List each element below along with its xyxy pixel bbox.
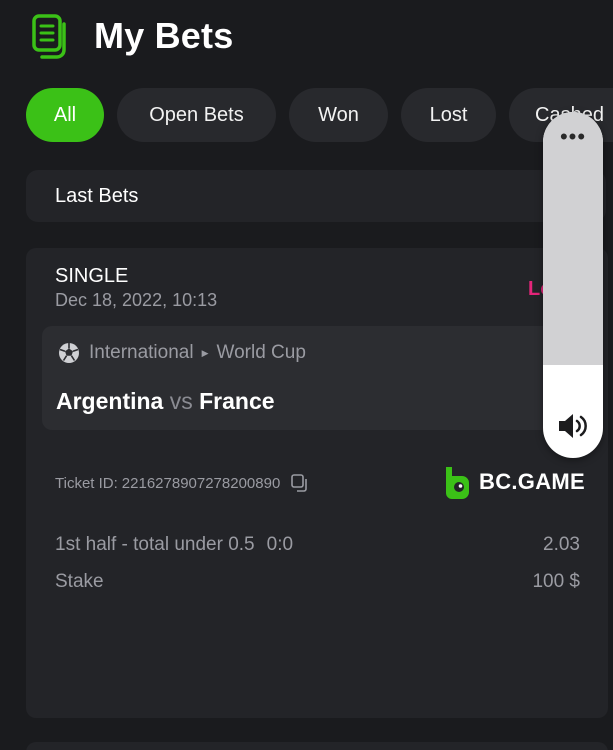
page-title: My Bets: [94, 15, 234, 56]
last-bets-label: Last Bets: [55, 184, 139, 207]
selection-row: 1st half - total under 0.5 0:0 2.03: [55, 534, 580, 556]
next-bet-card[interactable]: [26, 742, 608, 750]
bet-date: Dec 18, 2022, 10:13: [55, 290, 218, 310]
stake-value: 100 $: [532, 571, 580, 592]
stake-row: Stake 100 $: [55, 571, 580, 593]
ticket-id: 2216278907278200890: [121, 474, 281, 492]
tab-lost[interactable]: Lost: [401, 88, 496, 142]
copy-icon[interactable]: [290, 473, 310, 493]
bc-game-logo-icon: [446, 467, 469, 499]
filter-tabs: All Open Bets Won Lost Cashed: [0, 88, 613, 142]
page-header: My Bets: [0, 0, 613, 80]
bet-type: SINGLE: [55, 265, 129, 287]
volume-slider[interactable]: •••: [543, 112, 603, 458]
brand-logo: BC.GAME: [444, 465, 585, 499]
league-country: International: [89, 342, 194, 363]
more-options-icon[interactable]: •••: [543, 126, 603, 148]
home-team: Argentina: [56, 388, 164, 414]
speaker-volume-icon[interactable]: [555, 410, 591, 442]
bet-card[interactable]: SINGLE Dec 18, 2022, 10:13 Lost Internat…: [26, 248, 608, 718]
selection-label: 1st half - total under 0.5: [55, 534, 255, 555]
odds-value: 2.03: [543, 534, 580, 555]
stake-label: Stake: [55, 571, 104, 592]
last-bets-dropdown[interactable]: Last Bets: [26, 170, 606, 222]
match-info[interactable]: International ▶ World Cup Argentina vs F…: [42, 326, 594, 430]
away-team: France: [199, 388, 275, 414]
bet-slip-icon: [32, 14, 66, 59]
ticket-info: Ticket ID: 2216278907278200890: [55, 473, 310, 493]
tab-all[interactable]: All: [26, 88, 104, 142]
selection-score: 0:0: [266, 534, 294, 555]
soccer-ball-icon: [59, 343, 79, 363]
vs-label: vs: [169, 388, 193, 414]
tab-won[interactable]: Won: [289, 88, 388, 142]
league-competition: World Cup: [216, 342, 306, 363]
brand-name: BC.GAME: [479, 469, 585, 494]
match-teams: Argentina vs France: [56, 388, 275, 415]
tab-open-bets[interactable]: Open Bets: [117, 88, 276, 142]
league-breadcrumb: International ▶ World Cup: [89, 342, 306, 364]
volume-slider-track: [543, 112, 603, 365]
chevron-right-icon: ▶: [201, 347, 209, 358]
ticket-label: Ticket ID:: [55, 474, 118, 492]
